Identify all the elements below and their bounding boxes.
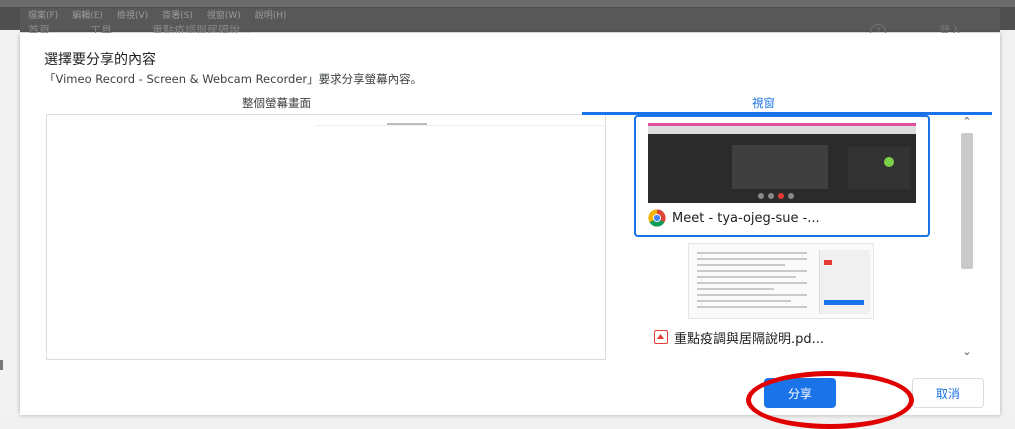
window-option-pdf[interactable]: 重點疫調與居隔說明.pd... [634, 243, 930, 360]
cancel-button[interactable]: 取消 [912, 378, 984, 408]
thumb-dialog [732, 145, 828, 189]
meet-window-label-row: Meet - tya-ojeg-sue -... [648, 209, 820, 227]
pdf-window-label: 重點疫調與居隔說明.pd... [674, 331, 825, 347]
meet-window-label: Meet - tya-ojeg-sue -... [672, 210, 820, 226]
window-list-scrollbar[interactable]: ⌃ ⌄ [958, 115, 976, 360]
bg-menu-file: 檔案(F) [28, 11, 59, 21]
thumb-toolbar [648, 126, 916, 134]
background-menubar: 檔案(F) 編輯(E) 檢視(V) 簽署(S) 視窗(W) 說明(H) 首頁 工… [20, 8, 1000, 37]
dialog-title: 選擇要分享的內容 [44, 52, 156, 68]
tab-window[interactable]: 視窗 [752, 95, 775, 111]
dialog-subtitle: 「Vimeo Record - Screen & Webcam Recorder… [44, 72, 423, 86]
scroll-up-icon[interactable]: ⌃ [958, 115, 976, 129]
source-tabs: 整個螢幕畫面 視窗 [46, 91, 992, 115]
thumb-avatar [884, 157, 894, 167]
pdf-window-label-row: 重點疫調與居隔說明.pd... [654, 327, 824, 347]
bg-menu-sign: 簽署(S) [162, 11, 193, 21]
scroll-down-icon[interactable]: ⌄ [958, 345, 976, 359]
screen-preview-pane [46, 115, 606, 360]
tab-entire-screen[interactable]: 整個螢幕畫面 [242, 95, 311, 111]
bg-menu-help: 說明(H) [254, 11, 287, 21]
bg-menu-window: 視窗(W) [206, 11, 241, 21]
window-option-meet[interactable]: Meet - tya-ojeg-sue -... [634, 115, 930, 237]
share-dialog: 選擇要分享的內容 「Vimeo Record - Screen & Webcam… [20, 33, 1000, 429]
share-button[interactable]: 分享 [764, 378, 836, 408]
bg-menu-view: 檢視(V) [116, 11, 149, 21]
thumb-text-lines [697, 252, 807, 312]
scroll-thumb[interactable] [961, 133, 973, 269]
thumb-video-tile [848, 147, 910, 189]
thumb-side-panel [819, 250, 870, 314]
screen-thumb-line [315, 125, 605, 126]
chrome-icon [648, 209, 666, 227]
pdf-window-thumbnail [688, 243, 874, 319]
meet-window-thumbnail [648, 123, 916, 203]
thumb-call-controls [758, 193, 794, 199]
pdf-icon [654, 330, 668, 344]
bg-menu-edit: 編輯(E) [72, 11, 103, 21]
background-edge-mark [0, 360, 3, 370]
window-list: Meet - tya-ojeg-sue -... 重點疫調與居隔說明.pd... [606, 115, 980, 360]
